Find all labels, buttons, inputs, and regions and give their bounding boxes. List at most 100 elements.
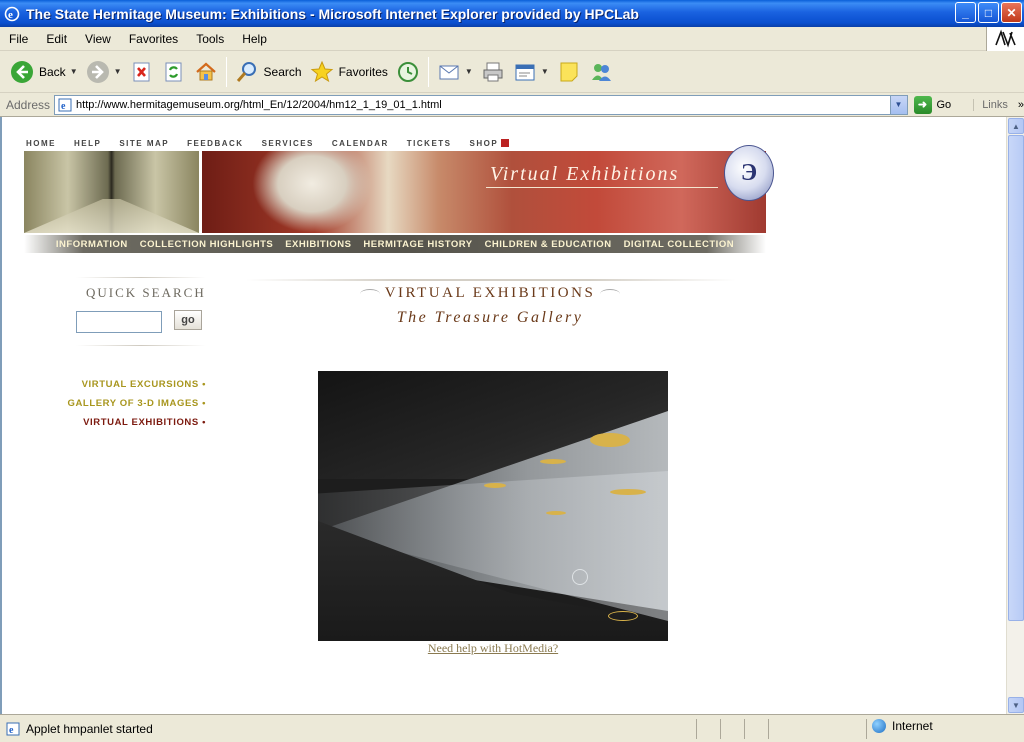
quick-search-input[interactable] bbox=[76, 311, 162, 333]
discuss-button[interactable] bbox=[553, 55, 585, 89]
internet-globe-icon bbox=[872, 719, 886, 733]
menu-help[interactable]: Help bbox=[233, 32, 276, 46]
quick-search-go-button[interactable]: go bbox=[174, 310, 202, 330]
forward-button[interactable]: ▼ bbox=[82, 55, 126, 89]
status-panel bbox=[744, 719, 745, 739]
search-label: Search bbox=[263, 64, 302, 79]
gold-ornament bbox=[540, 459, 566, 464]
banner-title: Virtual Exhibitions bbox=[490, 163, 680, 185]
back-dropdown-icon[interactable]: ▼ bbox=[70, 67, 78, 76]
stop-icon bbox=[133, 62, 150, 81]
refresh-icon bbox=[165, 62, 182, 81]
status-panel bbox=[768, 719, 769, 739]
quick-search-top-rule bbox=[76, 277, 206, 278]
mail-dropdown-icon[interactable]: ▼ bbox=[465, 67, 473, 76]
section-rule bbox=[246, 279, 736, 281]
main-nav-exhibitions[interactable]: EXHIBITIONS bbox=[285, 239, 351, 250]
main-nav-children-education[interactable]: CHILDREN & EDUCATION bbox=[485, 239, 612, 250]
address-field[interactable]: e http://www.hermitagemuseum.org/html_En… bbox=[54, 94, 908, 115]
back-button[interactable]: Back ▼ bbox=[6, 55, 82, 89]
vertical-scrollbar[interactable]: ▲ ▼ bbox=[1006, 117, 1024, 714]
go-label: Go bbox=[936, 98, 952, 111]
header-banner: Virtual Exhibitions Э bbox=[24, 145, 774, 235]
scroll-down-arrow-icon[interactable]: ▼ bbox=[1008, 697, 1024, 713]
gift-icon bbox=[501, 139, 510, 147]
mail-button[interactable]: ▼ bbox=[433, 55, 477, 89]
menu-view[interactable]: View bbox=[76, 32, 120, 46]
links-toolbar[interactable]: Links bbox=[973, 98, 1008, 111]
top-nav-feedback[interactable]: FEEDBACK bbox=[187, 139, 243, 148]
messenger-button[interactable] bbox=[585, 55, 617, 89]
side-link-gallery-3d[interactable]: GALLERY OF 3-D IMAGES • bbox=[32, 394, 206, 413]
address-label: Address bbox=[6, 97, 51, 112]
printer-icon bbox=[483, 62, 503, 81]
toolbar-separator bbox=[427, 56, 429, 87]
home-icon bbox=[195, 62, 216, 80]
page-icon: e bbox=[58, 98, 72, 112]
side-link-virtual-exhibitions[interactable]: VIRTUAL EXHIBITIONS • bbox=[32, 413, 206, 432]
svg-text:e: e bbox=[8, 9, 13, 21]
history-icon bbox=[397, 61, 418, 82]
maximize-button[interactable]: □ bbox=[978, 2, 999, 23]
mail-icon bbox=[439, 65, 459, 79]
window-title-bar[interactable]: e The State Hermitage Museum: Exhibition… bbox=[0, 0, 1024, 27]
main-nav-collection-highlights[interactable]: COLLECTION HIGHLIGHTS bbox=[140, 239, 273, 250]
scrollbar-thumb[interactable] bbox=[1008, 135, 1024, 621]
edit-button[interactable]: ▼ bbox=[509, 55, 553, 89]
main-nav-information[interactable]: INFORMATION bbox=[56, 239, 128, 250]
standard-toolbar: Back ▼ ▼ Search Favorites ▼ ▼ bbox=[0, 51, 1024, 93]
status-bar: e Applet hmpanlet started Internet bbox=[0, 714, 1024, 742]
forward-arrow-icon bbox=[86, 60, 109, 83]
hotmedia-panorama-applet[interactable] bbox=[318, 371, 668, 641]
favorites-button[interactable]: Favorites bbox=[306, 55, 392, 89]
forward-dropdown-icon[interactable]: ▼ bbox=[114, 67, 122, 76]
hotmedia-help-link[interactable]: Need help with HotMedia? bbox=[318, 641, 668, 656]
main-nav: INFORMATION COLLECTION HIGHLIGHTS EXHIBI… bbox=[24, 235, 766, 253]
address-dropdown-icon[interactable]: ▼ bbox=[889, 95, 907, 114]
page-viewport: HOME HELP SITE MAP FEEDBACK SERVICES CAL… bbox=[0, 117, 1006, 714]
scroll-up-arrow-icon[interactable]: ▲ bbox=[1008, 118, 1024, 134]
top-nav-tickets[interactable]: TICKETS bbox=[407, 139, 452, 148]
section-title: VIRTUAL EXHIBITIONS bbox=[384, 285, 596, 301]
section-subtitle: The Treasure Gallery bbox=[396, 309, 584, 326]
banner-title-underline bbox=[486, 187, 718, 188]
go-arrow-icon: ➜ bbox=[913, 95, 932, 114]
top-nav-services[interactable]: SERVICES bbox=[262, 139, 314, 148]
top-nav-help[interactable]: HELP bbox=[74, 139, 101, 148]
search-button[interactable]: Search bbox=[231, 55, 306, 89]
stop-button[interactable] bbox=[126, 55, 158, 89]
links-chevron-icon[interactable]: » bbox=[1018, 99, 1024, 111]
main-nav-digital-collection[interactable]: DIGITAL COLLECTION bbox=[624, 239, 735, 250]
quick-search-bottom-rule bbox=[76, 345, 206, 346]
menu-file[interactable]: File bbox=[0, 32, 37, 46]
edit-dropdown-icon[interactable]: ▼ bbox=[541, 67, 549, 76]
gold-diadem bbox=[590, 433, 630, 447]
refresh-button[interactable] bbox=[158, 55, 190, 89]
history-button[interactable] bbox=[392, 55, 424, 89]
top-nav: HOME HELP SITE MAP FEEDBACK SERVICES CAL… bbox=[26, 139, 510, 148]
minimize-button[interactable]: _ bbox=[955, 2, 976, 23]
print-button[interactable] bbox=[477, 55, 509, 89]
main-nav-hermitage-history[interactable]: HERMITAGE HISTORY bbox=[363, 239, 472, 250]
menu-edit[interactable]: Edit bbox=[37, 32, 76, 46]
close-button[interactable]: ✕ bbox=[1001, 2, 1022, 23]
top-nav-calendar[interactable]: CALENDAR bbox=[332, 139, 389, 148]
back-label: Back bbox=[39, 64, 66, 79]
hermitage-seal-logo[interactable]: Э bbox=[724, 145, 774, 201]
go-button[interactable]: ➜ Go bbox=[913, 95, 952, 114]
home-button[interactable] bbox=[190, 55, 222, 89]
quick-search-title: QUICK SEARCH bbox=[86, 285, 206, 300]
sticky-note-icon bbox=[560, 62, 578, 81]
top-nav-home[interactable]: HOME bbox=[26, 139, 56, 148]
status-text: Applet hmpanlet started bbox=[26, 721, 153, 736]
menu-favorites[interactable]: Favorites bbox=[120, 32, 187, 46]
status-panel bbox=[866, 719, 867, 739]
address-bar: Address e http://www.hermitagemuseum.org… bbox=[0, 93, 1024, 117]
side-link-virtual-excursions[interactable]: VIRTUAL EXCURSIONS • bbox=[32, 375, 206, 394]
top-nav-site-map[interactable]: SITE MAP bbox=[119, 139, 169, 148]
svg-text:e: e bbox=[9, 725, 14, 736]
menu-tools[interactable]: Tools bbox=[187, 32, 233, 46]
address-url: http://www.hermitagemuseum.org/html_En/1… bbox=[76, 98, 442, 111]
top-nav-shop[interactable]: SHOP bbox=[470, 139, 510, 148]
messenger-icon bbox=[591, 63, 611, 81]
